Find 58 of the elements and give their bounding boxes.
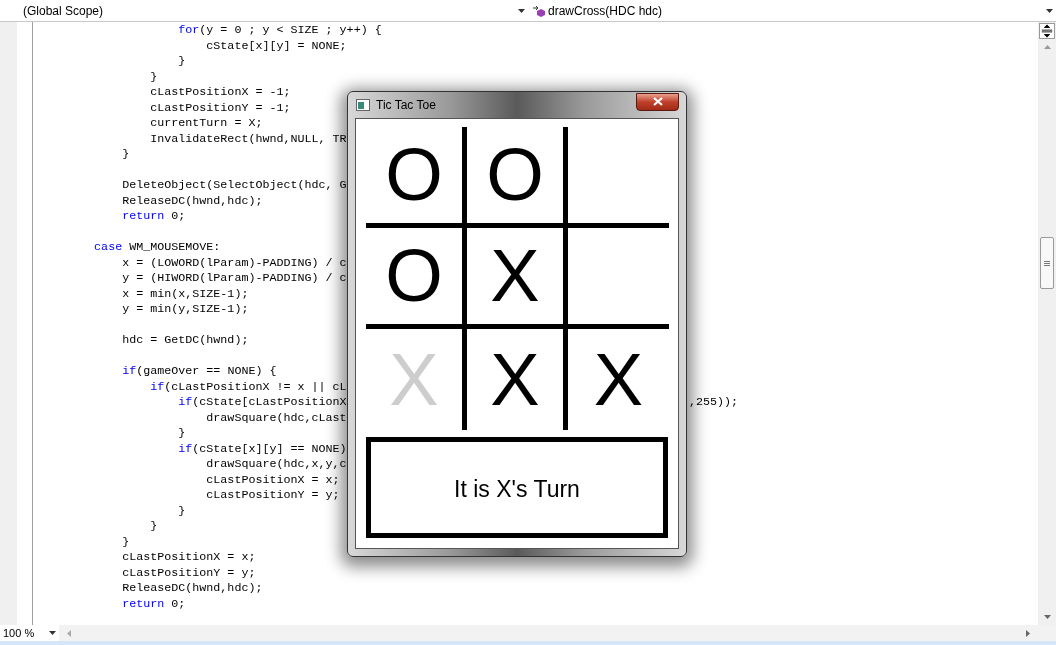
cell-mark: X — [490, 239, 540, 313]
cell-mark: X — [593, 342, 644, 417]
zoom-dropdown[interactable]: 100 % — [0, 625, 59, 641]
code-line: if(cState[x][y] == NONE) — [177, 441, 347, 457]
code-line: x = (LOWORD(lParam)-PADDING) / c — [121, 255, 347, 271]
code-line: } — [121, 534, 130, 550]
code-line: if(cLastPositionX != x || cL — [149, 379, 347, 395]
code-line: cLastPositionY = -1; — [149, 100, 291, 116]
code-line: } — [177, 426, 186, 442]
code-line: cLastPositionY = y; — [121, 565, 256, 581]
dropdown-arrow-icon[interactable] — [518, 8, 525, 13]
code-line: y = (HIWORD(lParam)-PADDING) / c — [121, 271, 347, 287]
scrollbar-thumb[interactable] — [1040, 237, 1054, 289]
code-line: ReleaseDC(hwnd,hdc); — [121, 581, 263, 597]
method-icon — [532, 4, 546, 17]
app-icon — [356, 99, 370, 111]
code-line: ReleaseDC(hwnd,hdc); — [121, 193, 263, 209]
code-line: InvalidateRect(hwnd,NULL, TR — [149, 131, 347, 147]
code-line: x = min(x,SIZE-1); — [121, 286, 249, 302]
dropdown-arrow-icon[interactable] — [1046, 8, 1053, 13]
code-line: cLastPositionY = y; — [205, 488, 340, 504]
cell-mark: O — [486, 138, 544, 212]
code-line: } — [177, 54, 186, 70]
close-button[interactable] — [636, 92, 679, 111]
status-text: It is X's Turn — [454, 474, 580, 504]
code-line: cLastPositionX = x; — [121, 550, 256, 566]
scroll-right-icon[interactable] — [1026, 629, 1030, 637]
code-line: cState[x][y] = NONE; — [205, 38, 347, 54]
code-line: y = min(y,SIZE-1); — [121, 302, 249, 318]
code-line: } — [149, 69, 158, 85]
cell-mark: O — [385, 239, 443, 313]
code-line: } — [149, 519, 158, 535]
close-icon — [652, 97, 663, 106]
code-line: ,255)); — [689, 395, 739, 411]
member-dropdown[interactable]: drawCross(HDC hdc) — [528, 0, 1056, 21]
scope-dropdown[interactable]: (Global Scope) — [0, 0, 528, 21]
code-line: DeleteObject(SelectObject(hdc, G — [121, 178, 347, 194]
split-icon[interactable] — [1039, 23, 1055, 39]
code-line: if(gameOver == NONE) { — [121, 364, 277, 380]
code-line: if(cState[cLastPositionX — [177, 395, 347, 411]
cell-mark: X — [490, 342, 540, 417]
code-line: drawSquare(hdc,cLast — [205, 410, 347, 426]
code-line: cLastPositionX = x; — [205, 472, 340, 488]
code-line: case WM_MOUSEMOVE: — [93, 240, 221, 256]
cell-mark: O — [385, 138, 443, 212]
code-line: drawSquare(hdc,x,y,c — [205, 457, 347, 473]
code-line: return 0; — [121, 596, 186, 612]
code-line: return 0; — [121, 209, 186, 225]
vertical-scrollbar[interactable] — [1038, 22, 1056, 625]
code-line: currentTurn = X; — [149, 116, 263, 132]
dropdown-arrow-icon[interactable] — [49, 631, 56, 635]
code-line: hdc = GetDC(hwnd); — [121, 333, 249, 349]
code-line: } — [121, 147, 130, 163]
code-line: for(y = 0 ; y < SIZE ; y++) { — [177, 23, 382, 39]
code-line: } — [177, 503, 186, 519]
code-line: cLastPositionX = -1; — [149, 85, 291, 101]
scroll-down-icon[interactable] — [1043, 615, 1051, 619]
window-title: Tic Tac Toe — [376, 97, 436, 114]
